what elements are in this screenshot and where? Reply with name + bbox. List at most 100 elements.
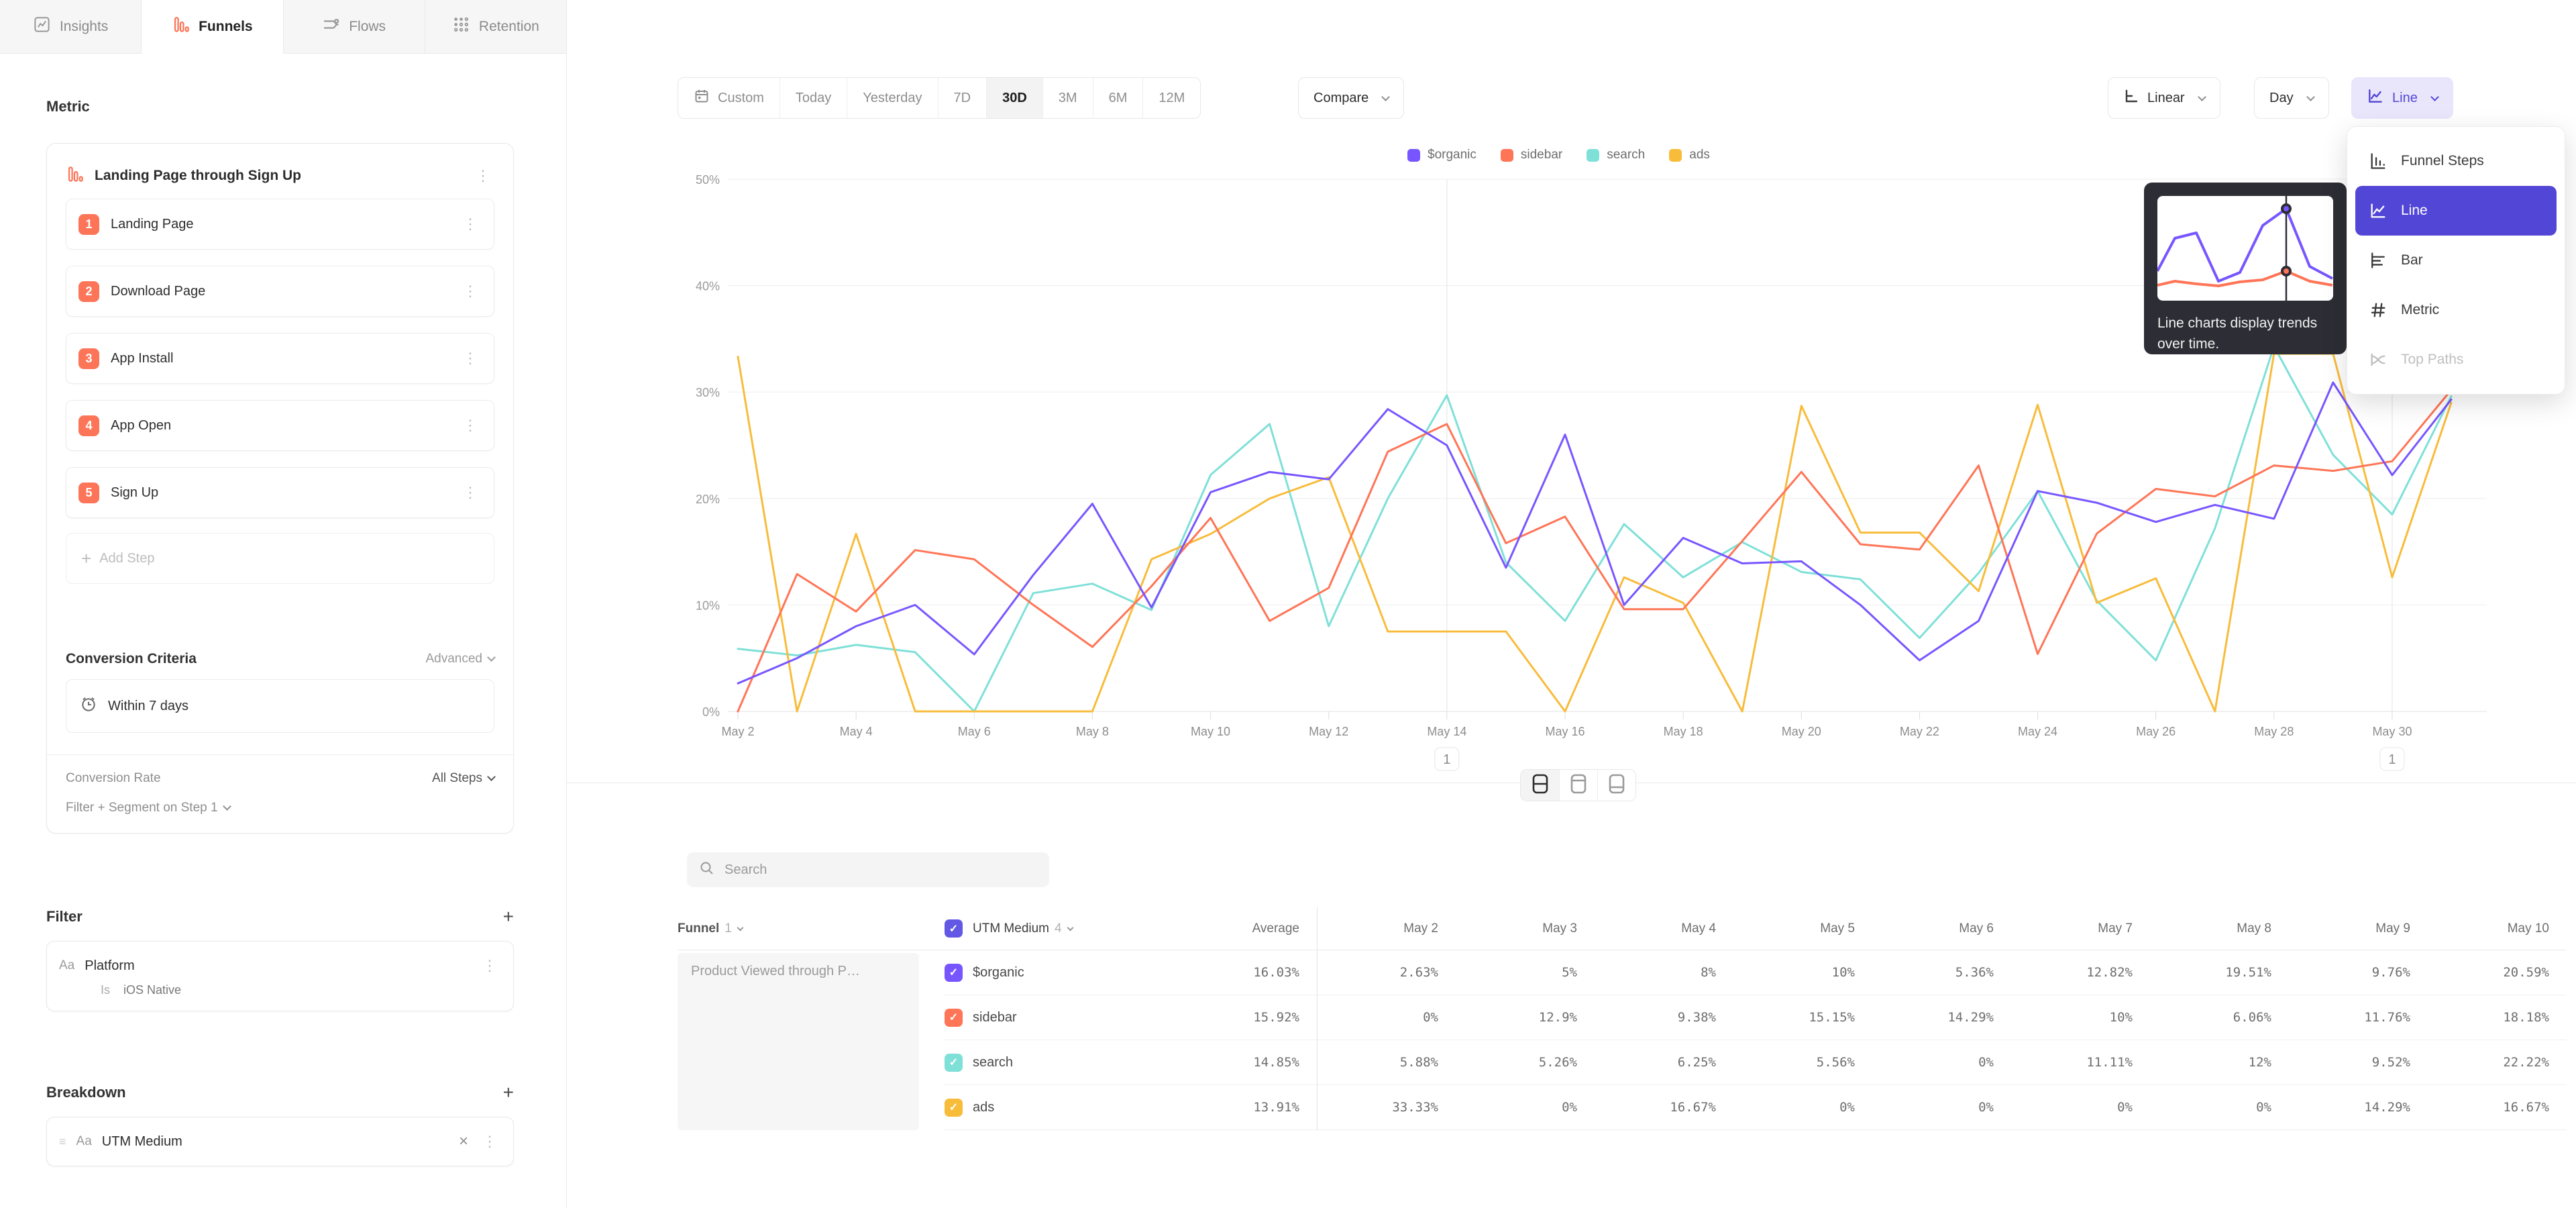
average-column-header[interactable]: Average xyxy=(1166,907,1317,950)
step-kebab-icon[interactable]: ⋮ xyxy=(459,214,482,234)
all-steps-dropdown[interactable]: All Steps xyxy=(432,771,494,786)
tab-flows[interactable]: Flows xyxy=(284,0,425,54)
drag-handle-icon[interactable]: ≡ xyxy=(59,1135,66,1149)
series-line-ads[interactable] xyxy=(738,354,2451,711)
funnel-step-1[interactable]: 1Landing Page⋮ xyxy=(66,199,494,250)
range-30d[interactable]: 30D xyxy=(986,78,1042,118)
series-checkbox[interactable]: ✓ xyxy=(945,964,963,982)
metric-kebab-icon[interactable]: ⋮ xyxy=(472,166,494,186)
conversion-window[interactable]: Within 7 days xyxy=(66,679,494,733)
menu-item-funnel-steps[interactable]: Funnel Steps xyxy=(2355,136,2557,186)
legend-item-sidebar[interactable]: sidebar xyxy=(1501,148,1562,162)
tab-retention[interactable]: Retention xyxy=(425,0,567,54)
series-checkbox[interactable]: ✓ xyxy=(945,1099,963,1117)
series-checkbox[interactable]: ✓ xyxy=(945,1009,963,1027)
day-value: 22.22% xyxy=(2428,1040,2567,1085)
plus-icon: + xyxy=(81,548,91,569)
compare-button[interactable]: Compare xyxy=(1298,77,1404,119)
range-label: 3M xyxy=(1059,91,1077,106)
range-label: 30D xyxy=(1002,91,1027,106)
view-toggle-3[interactable] xyxy=(1597,770,1635,801)
day-value: 5.36% xyxy=(1872,950,2011,995)
add-filter-button[interactable]: + xyxy=(503,907,514,926)
range-3m[interactable]: 3M xyxy=(1042,78,1093,118)
menu-item-metric[interactable]: Metric xyxy=(2355,285,2557,335)
tab-funnels[interactable]: Funnels xyxy=(142,0,283,54)
day-value: 5.26% xyxy=(1456,1040,1595,1085)
funnel-step-3[interactable]: 3App Install⋮ xyxy=(66,333,494,384)
filter-segment-dropdown[interactable]: Filter + Segment on Step 1 xyxy=(66,801,494,815)
view-toggle-2[interactable] xyxy=(1559,770,1597,801)
range-yesterday[interactable]: Yesterday xyxy=(847,78,937,118)
legend-item-organic[interactable]: $organic xyxy=(1407,148,1477,162)
step-kebab-icon[interactable]: ⋮ xyxy=(459,348,482,368)
funnel-step-5[interactable]: 5Sign Up⋮ xyxy=(66,467,494,518)
funnel-name-cell[interactable]: Product Viewed through P… xyxy=(678,953,919,1130)
range-custom[interactable]: Custom xyxy=(678,78,780,118)
breakdown-property[interactable]: UTM Medium xyxy=(102,1134,449,1150)
step-kebab-icon[interactable]: ⋮ xyxy=(459,415,482,436)
step-kebab-icon[interactable]: ⋮ xyxy=(459,281,482,301)
annotation-count: 1 xyxy=(1443,752,1450,767)
range-6m[interactable]: 6M xyxy=(1093,78,1143,118)
scale-linear-button[interactable]: Linear xyxy=(2108,77,2220,119)
advanced-dropdown[interactable]: Advanced xyxy=(425,652,494,666)
x-axis-label: May 18 xyxy=(1664,725,1703,738)
menu-item-line[interactable]: Line xyxy=(2355,186,2557,236)
breakdown-kebab-icon[interactable]: ⋮ xyxy=(478,1131,501,1152)
tab-label: Flows xyxy=(349,19,386,35)
add-step-button[interactable]: + Add Step xyxy=(66,533,494,584)
filter-property[interactable]: Platform xyxy=(85,958,468,974)
view-toggle-1[interactable] xyxy=(1521,770,1559,801)
chart-type-line-button[interactable]: Line xyxy=(2351,77,2453,119)
remove-breakdown-icon[interactable]: × xyxy=(459,1132,468,1151)
funnel-step-4[interactable]: 4App Open⋮ xyxy=(66,400,494,451)
breakdown-column-header[interactable]: ✓UTM Medium4 xyxy=(945,907,1166,950)
series-line-organic[interactable] xyxy=(738,383,2451,683)
legend-item-search[interactable]: search xyxy=(1587,148,1645,162)
filter-value[interactable]: iOS Native xyxy=(123,983,181,997)
filter-operator[interactable]: Is xyxy=(101,983,110,997)
range-7d[interactable]: 7D xyxy=(938,78,987,118)
x-axis-label: May 14 xyxy=(1427,725,1466,738)
day-column-header[interactable]: May 6 xyxy=(1872,907,2011,950)
day-column-header[interactable]: May 8 xyxy=(2150,907,2289,950)
select-all-checkbox[interactable]: ✓ xyxy=(945,919,963,938)
x-axis-label: May 28 xyxy=(2254,725,2294,738)
average-value: 16.03% xyxy=(1166,950,1317,995)
table-row-series-ads[interactable]: ✓ads xyxy=(945,1085,1166,1130)
day-column-header[interactable]: May 3 xyxy=(1456,907,1595,950)
series-checkbox[interactable]: ✓ xyxy=(945,1054,963,1072)
interval-day-button[interactable]: Day xyxy=(2254,77,2329,119)
legend-item-ads[interactable]: ads xyxy=(1669,148,1710,162)
day-value: 19.51% xyxy=(2150,950,2289,995)
step-kebab-icon[interactable]: ⋮ xyxy=(459,483,482,503)
day-column-header[interactable]: May 7 xyxy=(2011,907,2150,950)
add-breakdown-button[interactable]: + xyxy=(503,1083,514,1102)
range-12m[interactable]: 12M xyxy=(1142,78,1200,118)
breakdown-card: ≡ Aa UTM Medium × ⋮ xyxy=(46,1117,514,1166)
y-axis-label: 40% xyxy=(696,280,720,293)
tab-insights[interactable]: Insights xyxy=(0,0,142,54)
day-column-header[interactable]: May 4 xyxy=(1595,907,1733,950)
table-row-series-search[interactable]: ✓search xyxy=(945,1040,1166,1085)
series-line-search[interactable] xyxy=(738,346,2451,711)
day-value: 10% xyxy=(1733,950,1872,995)
day-value: 0% xyxy=(1872,1085,2011,1130)
table-row-series-sidebar[interactable]: ✓sidebar xyxy=(945,995,1166,1040)
range-today[interactable]: Today xyxy=(780,78,847,118)
day-column-header[interactable]: May 9 xyxy=(2289,907,2428,950)
x-axis-label: May 26 xyxy=(2136,725,2176,738)
menu-item-bar[interactable]: Bar xyxy=(2355,236,2557,285)
search-input[interactable] xyxy=(724,862,1037,878)
funnel-column-header[interactable]: Funnel1 xyxy=(678,907,945,950)
menu-item-label: Funnel Steps xyxy=(2401,153,2484,169)
funnel-step-2[interactable]: 2Download Page⋮ xyxy=(66,266,494,317)
filter-kebab-icon[interactable]: ⋮ xyxy=(478,956,501,976)
day-column-header[interactable]: May 10 xyxy=(2428,907,2567,950)
day-value: 14.29% xyxy=(2289,1085,2428,1130)
metric-card: Landing Page through Sign Up ⋮ 1Landing … xyxy=(46,143,514,834)
day-column-header[interactable]: May 5 xyxy=(1733,907,1872,950)
day-column-header[interactable]: May 2 xyxy=(1317,907,1456,950)
table-row-series-organic[interactable]: ✓$organic xyxy=(945,950,1166,995)
